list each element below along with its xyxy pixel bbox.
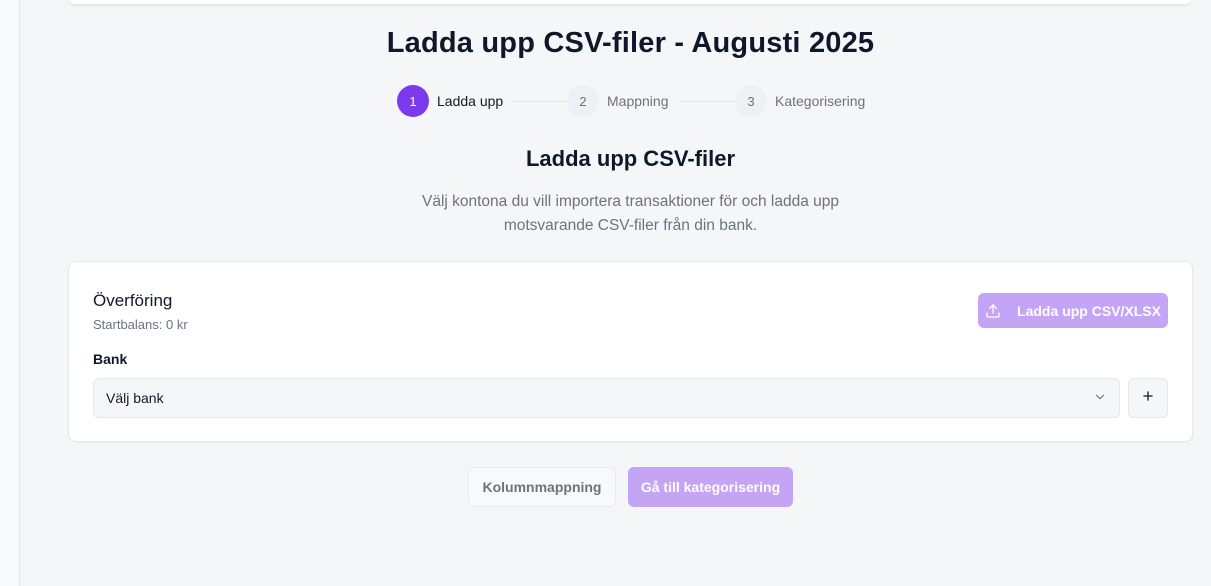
step-label: Kategorisering xyxy=(775,93,866,109)
start-balance: Startbalans: 0 kr xyxy=(93,317,188,332)
add-bank-button[interactable] xyxy=(1128,378,1168,418)
account-name: Överföring xyxy=(93,291,173,310)
plus-icon xyxy=(1141,389,1155,408)
bank-select[interactable]: Välj bank xyxy=(93,378,1120,418)
step-number: 3 xyxy=(735,85,767,117)
bank-label: Bank xyxy=(93,351,128,367)
top-bar xyxy=(70,0,1190,4)
go-to-categorization-button[interactable]: Gå till kategorisering xyxy=(628,467,793,507)
step-number: 1 xyxy=(397,85,429,117)
stepper: 1 Ladda upp 2 Mappning 3 Kategorisering xyxy=(0,85,1211,117)
step-connector xyxy=(511,101,567,102)
bank-select-value: Välj bank xyxy=(106,390,164,406)
step-number: 2 xyxy=(567,85,599,117)
section-description: Välj kontona du vill importera transakti… xyxy=(421,193,840,234)
upload-button-label: Ladda upp CSV/XLSX xyxy=(1017,302,1161,319)
step-categorization: 3 Kategorisering xyxy=(735,85,865,117)
upload-icon xyxy=(985,303,1001,319)
step-label: Ladda upp xyxy=(437,93,504,109)
section-title: Ladda upp CSV-filer xyxy=(525,146,736,171)
step-label: Mappning xyxy=(607,93,669,109)
chevron-down-icon xyxy=(1093,390,1107,407)
column-mapping-button[interactable]: Kolumnmappning xyxy=(468,467,616,507)
step-mapping: 2 Mappning xyxy=(567,85,669,117)
step-upload: 1 Ladda upp xyxy=(397,85,503,117)
account-card: Överföring Startbalans: 0 kr Ladda upp C… xyxy=(68,261,1193,442)
page-title: Ladda upp CSV-filer - Augusti 2025 xyxy=(386,27,875,59)
step-connector xyxy=(680,101,735,102)
upload-csv-button[interactable]: Ladda upp CSV/XLSX xyxy=(978,293,1168,328)
